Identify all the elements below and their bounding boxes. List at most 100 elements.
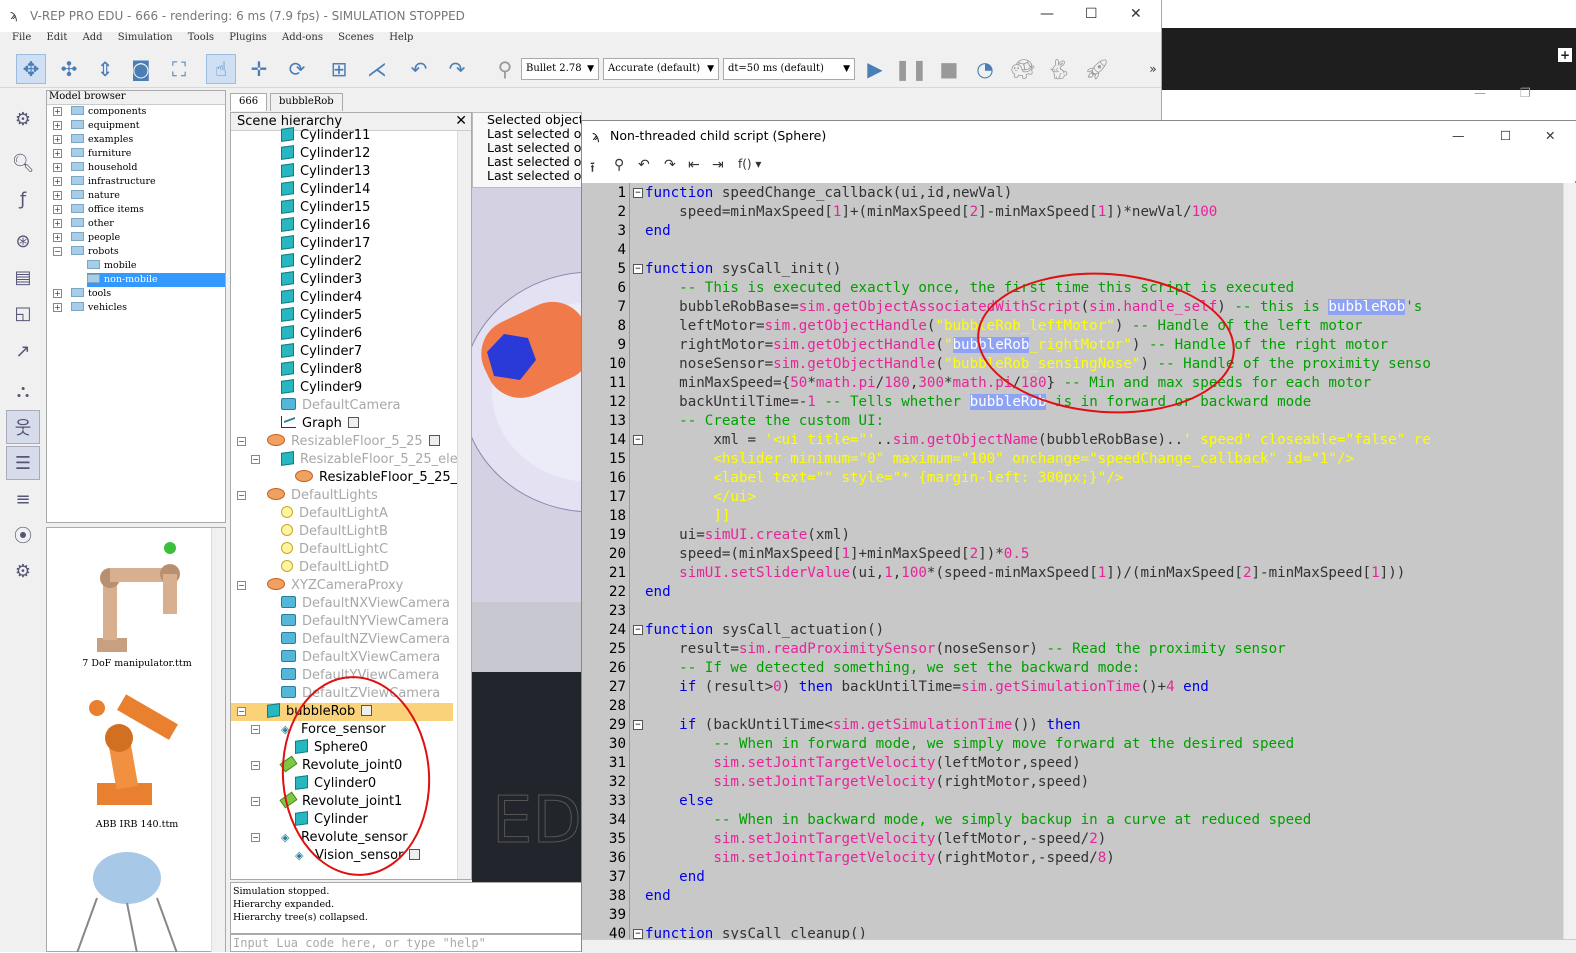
camera-angle-icon[interactable]: ◙ (126, 54, 156, 84)
collapse-icon[interactable]: − (237, 581, 246, 590)
selection-icon[interactable]: ⛬ (6, 374, 40, 408)
code-line[interactable]: 39 (582, 906, 1576, 925)
thumbnails-scrollbar[interactable] (211, 528, 225, 952)
model-folder-item[interactable]: + other (53, 217, 225, 231)
hierarchy-item[interactable]: Cylinder15 (281, 199, 453, 217)
pause-icon[interactable]: ❚❚ (894, 54, 928, 84)
hierarchy-item[interactable]: Cylinder9 (281, 379, 453, 397)
collapse-icon[interactable]: − (237, 437, 246, 446)
maximize-button[interactable]: ☐ (1085, 6, 1098, 22)
collapse-icon[interactable]: − (237, 707, 246, 716)
hierarchy-item[interactable]: Cylinder16 (281, 217, 453, 235)
outdent-icon[interactable]: ⇤ (688, 157, 700, 173)
code-line[interactable]: 9 rightMotor=sim.getObjectHandle("bubble… (582, 336, 1576, 355)
menu-edit[interactable]: Edit (46, 32, 67, 43)
code-line[interactable]: 20 speed=(minMaxSpeed[1]+minMaxSpeed[2])… (582, 545, 1576, 564)
code-line[interactable]: 13 -- Create the custom UI: (582, 412, 1576, 431)
hierarchy-item[interactable]: DefaultZViewCamera (281, 685, 453, 703)
collapse-icon[interactable]: − (251, 797, 260, 806)
model-folder-item[interactable]: + equipment (53, 119, 225, 133)
expand-icon[interactable]: + (53, 219, 62, 228)
code-line[interactable]: 7 bubbleRobBase=sim.getObjectAssociatedW… (582, 298, 1576, 317)
code-line[interactable]: 23 (582, 602, 1576, 621)
layers-icon[interactable]: ≡ (6, 482, 40, 516)
hierarchy-item[interactable]: Cylinder6 (281, 325, 453, 343)
collapse-icon[interactable]: − (251, 761, 260, 770)
hierarchy-item[interactable]: bubbleRob (231, 703, 453, 721)
search-icon[interactable]: ⚲ (614, 157, 624, 173)
hierarchy-item[interactable]: ◈ Revolute_sensor (281, 829, 453, 847)
hierarchy-item[interactable]: Cylinder2 (281, 253, 453, 271)
code-line[interactable]: 18 ]] (582, 507, 1576, 526)
code-line[interactable]: 37 end (582, 868, 1576, 887)
redo-icon[interactable]: ↷ (442, 54, 472, 84)
play-icon[interactable]: ▶ (860, 54, 890, 84)
minimize-button[interactable]: — (1040, 6, 1054, 22)
hierarchy-item[interactable]: DefaultYViewCamera (281, 667, 453, 685)
shape-edit-icon[interactable]: ◱ (6, 296, 40, 330)
threaded-rendering-icon[interactable]: 🚀︎ (1082, 54, 1112, 84)
code-line[interactable]: 19 ui=simUI.create(xml) (582, 526, 1576, 545)
hierarchy-item[interactable]: ResizableFloor_5_25 (267, 433, 453, 451)
close-icon[interactable]: ✕ (455, 113, 467, 129)
transfer-dna-icon[interactable]: ⋌ (362, 54, 392, 84)
code-line[interactable]: 14− xml = '<ui title="'..sim.getObjectNa… (582, 431, 1576, 450)
expand-icon[interactable]: + (53, 233, 62, 242)
code-line[interactable]: 17 </ui> (582, 488, 1576, 507)
model-folder-item[interactable]: + furniture (53, 147, 225, 161)
hierarchy-item[interactable]: ◈ Force_sensor (281, 721, 453, 739)
fit-to-view-icon[interactable]: ⛶ (164, 54, 194, 84)
expand-icon[interactable]: + (53, 107, 62, 116)
restore-icon[interactable]: ❐ (1520, 86, 1531, 100)
hierarchy-item[interactable]: Cylinder (295, 811, 453, 829)
code-line[interactable]: 16 <label text="" style="* {margin-left:… (582, 469, 1576, 488)
model-folder-item[interactable]: + office items (53, 203, 225, 217)
click-selection-icon[interactable]: ☝ (206, 54, 236, 84)
fold-toggle-icon[interactable]: − (633, 435, 643, 445)
code-line[interactable]: 11 minMaxSpeed={50*math.pi/180,300*math.… (582, 374, 1576, 393)
code-line[interactable]: 26 -- If we detected something, we set t… (582, 659, 1576, 678)
accuracy-select[interactable]: Accurate (default) ▼ (603, 58, 719, 80)
code-line[interactable]: 8 leftMotor=sim.getObjectHandle("bubbleR… (582, 317, 1576, 336)
search-icon[interactable]: 🔍︎ (6, 146, 40, 180)
menu-plugins[interactable]: Plugins (229, 32, 267, 43)
model-folder-item[interactable]: + vehicles (53, 301, 225, 315)
indent-icon[interactable]: ⇥ (712, 157, 724, 173)
code-line[interactable]: 4 (582, 241, 1576, 260)
collapse-icon[interactable]: − (237, 491, 246, 500)
model-folder-item[interactable]: non-mobile (87, 273, 225, 287)
menu-file[interactable]: File (12, 32, 31, 43)
lua-command-input[interactable]: Input Lua code here, or type "help" (230, 934, 582, 952)
code-horizontal-scrollbar[interactable] (582, 939, 1576, 953)
slower-icon[interactable]: 🐢︎ (1008, 54, 1038, 84)
hierarchy-item[interactable]: Cylinder3 (281, 271, 453, 289)
more-icon[interactable]: » (1138, 54, 1161, 84)
code-line[interactable]: 1− function speedChange_callback(ui,id,ne… (582, 184, 1576, 203)
hierarchy-item[interactable]: DefaultLightC (281, 541, 453, 559)
hierarchy-item[interactable]: XYZCameraProxy (267, 577, 453, 595)
scene-hierarchy-toggle-icon[interactable]: ☰ (6, 446, 40, 480)
collapse-icon[interactable]: − (251, 833, 260, 842)
script-icon[interactable] (428, 435, 440, 446)
hierarchy-item[interactable]: Revolute_joint1 (279, 791, 453, 811)
hierarchy-item[interactable]: Sphere0 (295, 739, 453, 757)
dynamics-icon[interactable]: ⚲ (490, 54, 520, 84)
menu-simulation[interactable]: Simulation (118, 32, 173, 43)
object-shift-icon[interactable]: ✛ (244, 54, 274, 84)
code-line[interactable]: 5− function sysCall_init() (582, 260, 1576, 279)
path-edit-icon[interactable]: ↗ (6, 334, 40, 368)
fold-toggle-icon[interactable]: − (633, 625, 643, 635)
expand-icon[interactable]: + (53, 205, 62, 214)
delta-robot-thumbnail[interactable] (67, 848, 187, 952)
code-line[interactable]: 30 -- When in forward mode, we simply mo… (582, 735, 1576, 754)
hierarchy-item[interactable]: Revolute_joint0 (279, 755, 453, 775)
expand-icon[interactable]: + (53, 289, 62, 298)
fold-toggle-icon[interactable]: − (633, 929, 643, 939)
expand-icon[interactable]: + (53, 177, 62, 186)
code-line[interactable]: 33 else (582, 792, 1576, 811)
upload-icon[interactable]: ⭱ (590, 157, 595, 181)
code-line[interactable]: 28 (582, 697, 1576, 716)
model-folder-item[interactable]: + tools (53, 287, 225, 301)
hierarchy-item[interactable]: Graph (281, 415, 453, 433)
hierarchy-item[interactable]: DefaultCamera (281, 397, 453, 415)
